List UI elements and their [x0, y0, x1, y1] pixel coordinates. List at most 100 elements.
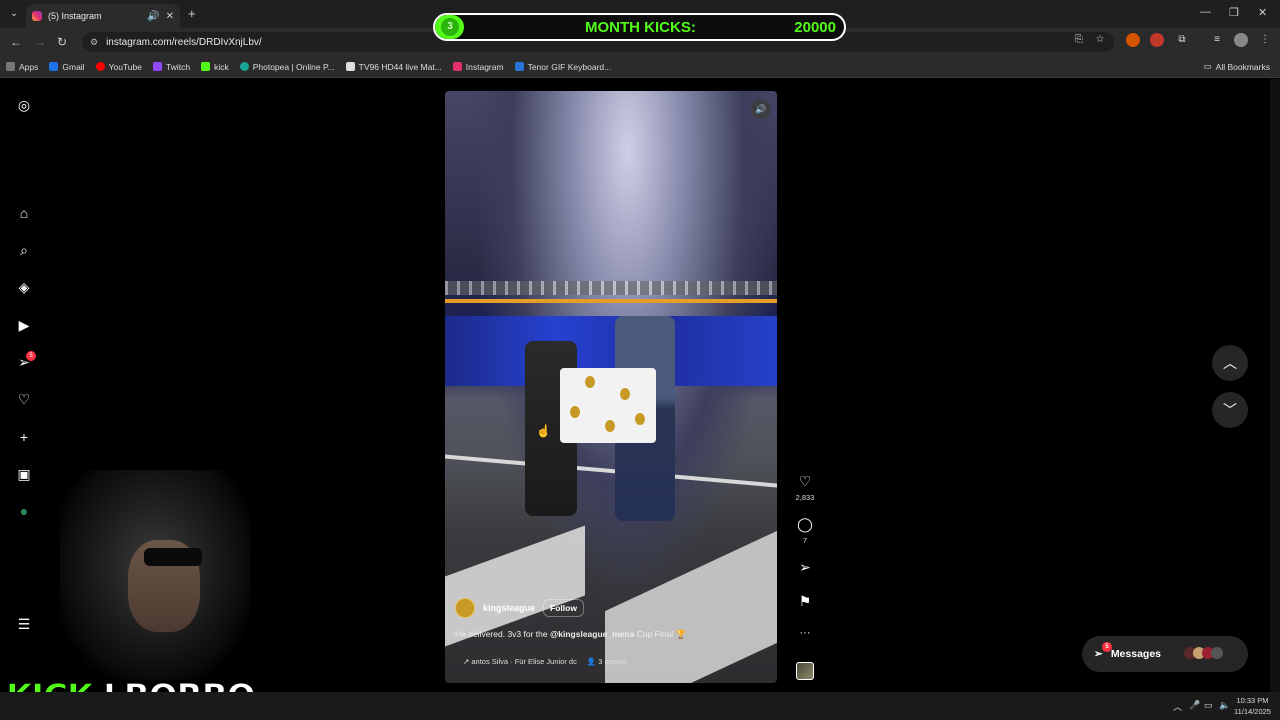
- dice-dot: [635, 413, 645, 425]
- bookmark-label: Photopea | Online P...: [252, 61, 335, 72]
- volume-icon[interactable]: 🔊: [751, 99, 771, 119]
- reel-audio-info: ↗ antos Silva · Für Elise Junior dc 👤 3 …: [463, 657, 627, 666]
- bookmark-label: YouTube: [108, 61, 142, 72]
- home-icon[interactable]: ⌂: [16, 205, 32, 221]
- messages-send-icon: ➢: [1094, 648, 1103, 660]
- instagram-logo-icon[interactable]: ◎: [16, 97, 32, 113]
- caption-text: He delivered. 3v3 for the: [455, 629, 550, 639]
- tray-chevron-up-icon[interactable]: ︿: [1173, 700, 1182, 713]
- menu-kebab-icon[interactable]: ⋮: [1258, 33, 1272, 47]
- reload-icon[interactable]: ↻: [57, 35, 67, 49]
- tab-title: (5) Instagram: [48, 11, 102, 21]
- clock-date: 11/14/2025: [1234, 707, 1271, 716]
- media-control-icon[interactable]: ≡: [1210, 33, 1224, 47]
- bookmark-tenor[interactable]: Tenor GIF Keyboard...: [514, 62, 611, 72]
- dice-cube: [560, 368, 656, 443]
- profile-avatar-icon[interactable]: ●: [16, 503, 32, 519]
- tab-search-chevron-icon[interactable]: ⌄: [6, 6, 22, 22]
- bookmark-label: Apps: [19, 61, 39, 72]
- dice-dot: [620, 388, 630, 400]
- taskbar-clock[interactable]: 10:33 PM 11/14/2025: [1234, 695, 1271, 717]
- like-count: 2,833: [795, 493, 815, 502]
- forward-icon[interactable]: →: [34, 35, 46, 49]
- windows-taskbar: [0, 692, 1280, 720]
- restore-icon[interactable]: ❐: [1229, 6, 1239, 19]
- search-icon[interactable]: ⌕: [16, 242, 32, 258]
- tagged-people-label: 3 people: [598, 657, 628, 666]
- instagram-favicon-icon: [32, 11, 42, 21]
- comment-icon[interactable]: ◯: [795, 516, 815, 533]
- dice-dot: [570, 406, 580, 418]
- share-send-icon[interactable]: ➢: [795, 559, 815, 576]
- crowd-stands: [445, 281, 777, 295]
- tab-instagram[interactable]: (5) Instagram 🔊 ✕: [26, 4, 180, 28]
- author-avatar[interactable]: [455, 598, 475, 618]
- bookmark-youtube[interactable]: YouTube: [95, 61, 142, 72]
- bookmark-label: Instagram: [465, 61, 504, 72]
- bookmark-twitch[interactable]: Twitch: [152, 61, 191, 72]
- bookmark-apps[interactable]: Apps: [6, 62, 38, 72]
- previous-reel-chevron-up-icon[interactable]: ︿: [1212, 345, 1248, 381]
- url-text: instagram.com/reels/DRDIvXnjLbv/: [106, 36, 262, 48]
- sunglasses: [144, 548, 202, 566]
- bookmark-kick[interactable]: kick: [201, 62, 229, 72]
- reel-video[interactable]: 🔊 kingsleague Follow He delivered. 3v3 f…: [445, 91, 777, 683]
- like-heart-icon[interactable]: ♡: [795, 473, 815, 490]
- more-menu-icon[interactable]: ☰: [16, 616, 32, 632]
- network-icon[interactable]: ▭: [1204, 700, 1213, 711]
- profile-avatar[interactable]: [1234, 33, 1248, 47]
- microphone-icon[interactable]: 🎤: [1189, 700, 1200, 711]
- page-scrollbar[interactable]: [1270, 79, 1280, 692]
- tab-close-icon[interactable]: ✕: [166, 11, 174, 22]
- create-plus-icon[interactable]: +: [16, 429, 32, 445]
- back-icon[interactable]: ←: [10, 35, 22, 49]
- extension-red-icon[interactable]: [1150, 33, 1164, 47]
- bookmark-tv96[interactable]: TV96 HD44 live Mat...: [345, 61, 442, 72]
- extension-fox-icon[interactable]: [1126, 33, 1140, 47]
- comment-count: 7: [802, 536, 808, 545]
- dashboard-icon[interactable]: ▣: [16, 466, 32, 482]
- new-tab-button[interactable]: +: [188, 6, 196, 21]
- bookmark-instagram[interactable]: Instagram: [452, 61, 504, 72]
- author-username[interactable]: kingsleague: [483, 603, 535, 613]
- bookmark-label: TV96 HD44 live Mat...: [358, 61, 442, 72]
- reel-author: kingsleague Follow: [455, 598, 584, 618]
- bookmark-gmail[interactable]: Gmail: [49, 61, 85, 72]
- extensions-puzzle-icon[interactable]: ⧉: [1175, 33, 1189, 47]
- bookmarks-bar: Apps Gmail YouTube Twitch kick Photopea …: [0, 56, 1280, 78]
- avatar: [1211, 646, 1224, 659]
- site-info-icon[interactable]: ⚙: [90, 37, 98, 48]
- next-reel-chevron-down-icon[interactable]: ﹀: [1212, 392, 1248, 428]
- follow-button[interactable]: Follow: [543, 599, 584, 617]
- speaker-icon[interactable]: 🔈: [1219, 700, 1230, 711]
- goal-label: MONTH KICKS:: [585, 19, 696, 36]
- all-bookmarks-label: All Bookmarks: [1215, 61, 1270, 72]
- bookmark-star-icon[interactable]: ☆: [1093, 33, 1107, 47]
- close-window-icon[interactable]: ✕: [1258, 6, 1267, 19]
- reels-icon[interactable]: ▶: [16, 317, 32, 333]
- more-options-icon[interactable]: ···: [795, 627, 815, 639]
- messages-badge: 5: [1102, 642, 1112, 652]
- bookmark-label: Twitch: [165, 61, 191, 72]
- messages-button[interactable]: ➢ 5 Messages: [1082, 636, 1248, 672]
- notification-badge: 5: [26, 351, 36, 361]
- message-avatars: [1184, 646, 1224, 662]
- install-app-icon[interactable]: ⎘: [1072, 33, 1086, 47]
- save-bookmark-icon[interactable]: ⚑: [795, 593, 815, 610]
- all-bookmarks-button[interactable]: ▭ All Bookmarks: [1204, 61, 1270, 72]
- caption-mention[interactable]: @kingsleague_mena: [550, 629, 634, 639]
- explore-compass-icon[interactable]: ◈: [16, 279, 32, 295]
- tagged-people[interactable]: 👤 3 people: [587, 657, 627, 666]
- bookmark-photopea[interactable]: Photopea | Online P...: [239, 61, 335, 72]
- audio-track-label: antos Silva · Für Elise Junior dc: [471, 657, 577, 666]
- caption-text-end: Cup Final 🏆: [634, 629, 687, 639]
- bookmark-label: kick: [214, 61, 229, 72]
- audio-thumbnail[interactable]: [796, 662, 814, 680]
- bookmark-label: Gmail: [62, 61, 85, 72]
- person-icon: 👤: [586, 657, 599, 666]
- tab-audio-icon[interactable]: 🔊: [147, 11, 159, 22]
- notifications-heart-icon[interactable]: ♡: [16, 391, 32, 407]
- reel-caption: He delivered. 3v3 for the @kingsleague_m…: [455, 629, 686, 640]
- minimize-icon[interactable]: —: [1200, 6, 1211, 18]
- audio-track[interactable]: ↗ antos Silva · Für Elise Junior dc: [463, 657, 577, 666]
